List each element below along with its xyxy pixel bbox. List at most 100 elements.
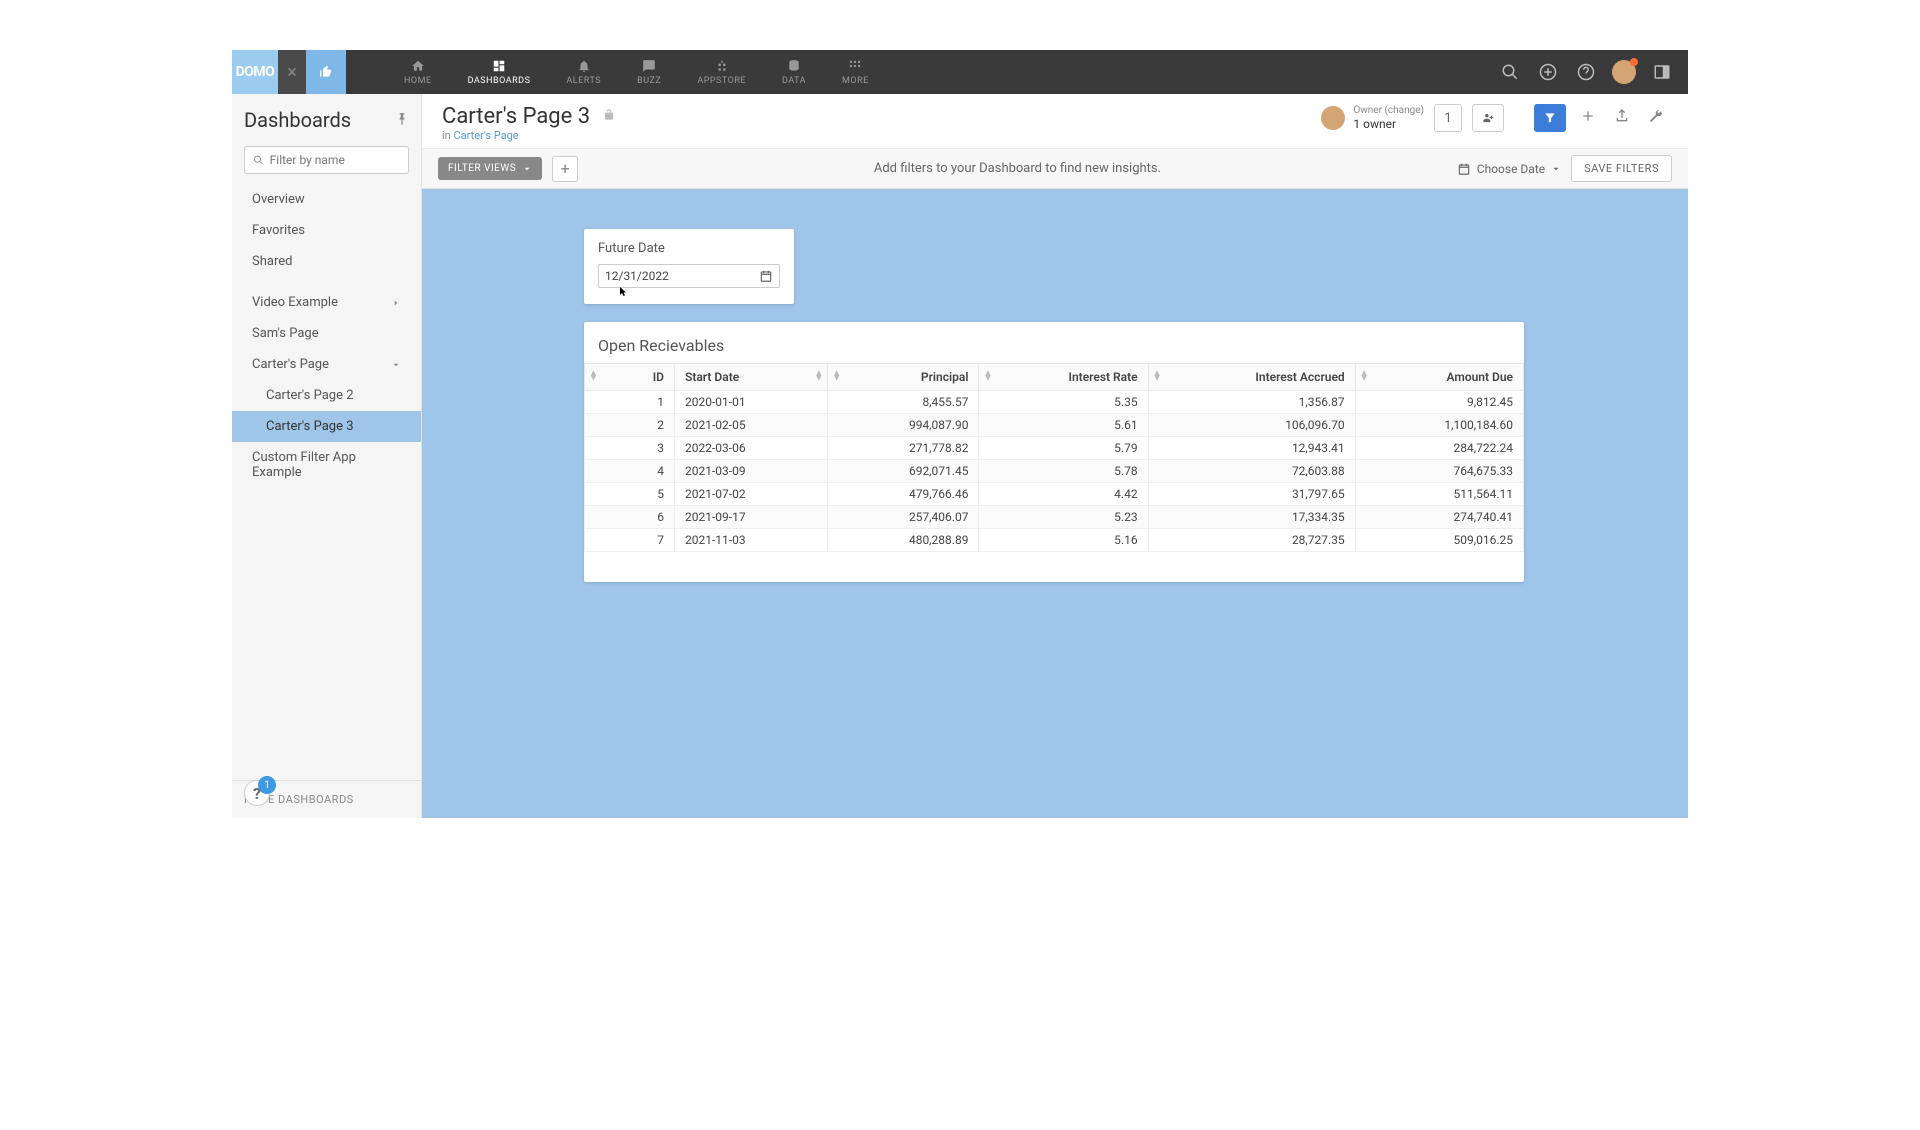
settings-button[interactable] [1644, 108, 1668, 128]
nav-alerts[interactable]: ALERTS [548, 50, 619, 94]
cell-due: 9,812.45 [1355, 391, 1523, 414]
lock-button[interactable] [602, 107, 616, 126]
cell-id: 3 [585, 437, 675, 460]
cell-principal: 479,766.46 [828, 483, 979, 506]
cell-due: 764,675.33 [1355, 460, 1523, 483]
sidebar-item-favorites[interactable]: Favorites [232, 215, 421, 246]
breadcrumb: in Carter's Page [442, 129, 616, 142]
nav-label: APPSTORE [697, 76, 746, 86]
col-id[interactable]: ▲▼ID [585, 364, 675, 391]
col-amount-due[interactable]: ▲▼Amount Due [1355, 364, 1523, 391]
sidebar-item-shared[interactable]: Shared [232, 246, 421, 277]
help-button[interactable] [1574, 60, 1598, 84]
nav-label: MORE [842, 76, 869, 86]
table-row[interactable]: 52021-07-02479,766.464.4231,797.65511,56… [585, 483, 1524, 506]
add-filter-button[interactable]: + [552, 156, 578, 182]
sidebar-item-label: Shared [252, 254, 292, 269]
nav-appstore[interactable]: APPSTORE [679, 50, 764, 94]
owner-block[interactable]: Owner (change)1 owner [1321, 105, 1424, 131]
nav-data[interactable]: DATA [764, 50, 824, 94]
apps-icon [715, 59, 729, 73]
add-button[interactable] [1536, 60, 1560, 84]
table-header-row: ▲▼ID Start Date▲▼ ▲▼Principal ▲▼Interest… [585, 364, 1524, 391]
bell-icon [577, 59, 591, 73]
dashboard-icon [492, 59, 506, 73]
filter-bar: FILTER VIEWS + Add filters to your Dashb… [422, 149, 1688, 189]
plus-circle-icon [1539, 63, 1557, 81]
cell-accrued: 17,334.35 [1148, 506, 1355, 529]
cell-principal: 257,406.07 [828, 506, 979, 529]
sidebar-item-label: Video Example [252, 295, 338, 310]
col-principal[interactable]: ▲▼Principal [828, 364, 979, 391]
add-people-button[interactable] [1472, 104, 1504, 132]
home-icon [411, 59, 425, 73]
panel-button[interactable] [1650, 60, 1674, 84]
cell-principal: 692,071.45 [828, 460, 979, 483]
nav-buzz[interactable]: BUZZ [619, 50, 679, 94]
chevron-down-icon [522, 164, 532, 174]
help-badge: 1 [258, 776, 276, 794]
cell-principal: 994,087.90 [828, 414, 979, 437]
cell-start: 2022-03-06 [675, 437, 828, 460]
share-button[interactable] [1610, 108, 1634, 128]
save-filters-button[interactable]: SAVE FILTERS [1571, 155, 1672, 182]
cell-principal: 271,778.82 [828, 437, 979, 460]
cell-start: 2021-03-09 [675, 460, 828, 483]
pin-button[interactable] [395, 111, 409, 130]
table-row[interactable]: 72021-11-03480,288.895.1628,727.35509,01… [585, 529, 1524, 552]
add-card-button[interactable] [1576, 108, 1600, 128]
filter-toggle-button[interactable] [1534, 104, 1566, 132]
nav-dashboards[interactable]: DASHBOARDS [450, 50, 549, 94]
date-input[interactable]: 12/31/2022 [598, 264, 780, 288]
date-card-title: Future Date [598, 241, 780, 256]
cell-id: 6 [585, 506, 675, 529]
table-row[interactable]: 62021-09-17257,406.075.2317,334.35274,74… [585, 506, 1524, 529]
search-button[interactable] [1498, 60, 1522, 84]
filter-input-wrap[interactable] [244, 146, 409, 174]
search-icon [1501, 63, 1519, 81]
sidebar-item-carters-page-3[interactable]: Carter's Page 3 [232, 411, 421, 442]
portal-badge[interactable] [306, 50, 346, 94]
share-count-button[interactable]: 1 [1434, 104, 1462, 132]
col-start-date[interactable]: Start Date▲▼ [675, 364, 828, 391]
sidebar-item-overview[interactable]: Overview [232, 184, 421, 215]
nav-items: HOME DASHBOARDS ALERTS BUZZ APPSTORE DAT… [386, 50, 887, 94]
brand-logo[interactable]: DOMO [232, 50, 278, 94]
owner-count: 1 owner [1353, 117, 1424, 131]
cell-due: 284,722.24 [1355, 437, 1523, 460]
close-tab-icon[interactable]: × [278, 50, 306, 94]
chevron-down-icon [391, 360, 401, 370]
cell-accrued: 31,797.65 [1148, 483, 1355, 506]
table-row[interactable]: 12020-01-018,455.575.351,356.879,812.45 [585, 391, 1524, 414]
breadcrumb-link[interactable]: Carter's Page [453, 129, 518, 142]
table-row[interactable]: 42021-03-09692,071.455.7872,603.88764,67… [585, 460, 1524, 483]
nav-more[interactable]: MORE [824, 50, 887, 94]
table-row[interactable]: 22021-02-05994,087.905.61106,096.701,100… [585, 414, 1524, 437]
cell-rate: 5.35 [979, 391, 1148, 414]
sidebar-item-sams-page[interactable]: Sam's Page [232, 318, 421, 349]
share-icon [1614, 108, 1630, 124]
sidebar-title: Dashboards [244, 108, 351, 132]
filter-views-button[interactable]: FILTER VIEWS [438, 157, 542, 180]
col-interest-rate[interactable]: ▲▼Interest Rate [979, 364, 1148, 391]
sidebar-item-video-example[interactable]: Video Example [232, 287, 421, 318]
chevron-down-icon [1551, 164, 1561, 174]
page-title: Carter's Page 3 [442, 104, 590, 129]
nav-label: DATA [782, 76, 806, 86]
nav-home[interactable]: HOME [386, 50, 450, 94]
sidebar-item-carters-page-2[interactable]: Carter's Page 2 [232, 380, 421, 411]
col-interest-accrued[interactable]: ▲▼Interest Accrued [1148, 364, 1355, 391]
sidebar-item-custom-filter[interactable]: Custom Filter App Example [232, 442, 421, 488]
cell-accrued: 72,603.88 [1148, 460, 1355, 483]
calendar-icon [1457, 162, 1471, 176]
sidebar-item-label: Custom Filter App Example [252, 450, 401, 480]
choose-date-button[interactable]: Choose Date [1457, 162, 1561, 176]
user-avatar[interactable] [1612, 60, 1636, 84]
filter-input[interactable] [270, 153, 400, 167]
calendar-icon [759, 269, 773, 283]
database-icon [787, 59, 801, 73]
sidebar-item-carters-page[interactable]: Carter's Page [232, 349, 421, 380]
cell-start: 2021-07-02 [675, 483, 828, 506]
cell-principal: 480,288.89 [828, 529, 979, 552]
table-row[interactable]: 32022-03-06271,778.825.7912,943.41284,72… [585, 437, 1524, 460]
